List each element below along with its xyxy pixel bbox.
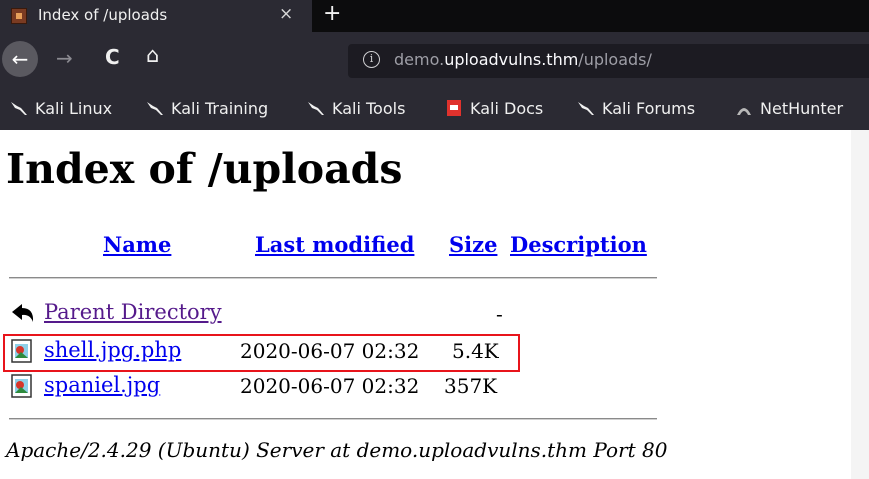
new-tab-button[interactable]: + <box>323 1 341 26</box>
bookmark-kali-linux[interactable]: Kali Linux <box>9 99 112 118</box>
kali-dragon-icon <box>578 102 594 115</box>
footer-divider <box>9 418 657 420</box>
page-edge <box>851 130 869 479</box>
kali-dragon-icon <box>147 102 163 115</box>
browser-tab[interactable]: Index of /uploads × <box>0 0 312 32</box>
file-modified-date: 2020-06-07 02:32 <box>240 374 420 398</box>
bookmarks-toolbar: Kali Linux Kali Training Kali Tools Kali… <box>0 90 869 130</box>
file-link-spaniel-jpg[interactable]: spaniel.jpg <box>44 373 160 397</box>
reload-icon[interactable]: C <box>105 45 120 69</box>
sort-by-name-link[interactable]: Name <box>103 232 171 257</box>
address-bar[interactable]: i demo.uploadvulns.thm/uploads/ <box>348 44 869 78</box>
sort-by-last-modified-link[interactable]: Last modified <box>255 232 414 257</box>
home-icon[interactable]: ⌂ <box>146 43 159 67</box>
bookmark-label: Kali Forums <box>602 99 696 118</box>
bookmark-kali-tools[interactable]: Kali Tools <box>306 99 405 118</box>
kali-dragon-icon <box>308 102 324 115</box>
header-divider <box>9 277 657 279</box>
kali-docs-icon <box>447 100 461 116</box>
parent-directory-link[interactable]: Parent Directory <box>44 300 222 324</box>
tab-close-icon[interactable]: × <box>279 4 293 24</box>
url-path: /uploads/ <box>578 50 652 69</box>
bookmark-kali-training[interactable]: Kali Training <box>145 99 268 118</box>
sort-by-description-link[interactable]: Description <box>510 232 647 257</box>
bookmark-label: Kali Linux <box>35 99 113 118</box>
highlight-box <box>3 334 520 372</box>
url-prefix: demo. <box>394 50 445 69</box>
site-info-icon[interactable]: i <box>363 51 380 68</box>
apache-favicon-icon <box>11 8 27 24</box>
nethunter-icon <box>737 108 751 115</box>
kali-dragon-icon <box>11 102 27 115</box>
tab-strip: Index of /uploads × + <box>0 0 869 32</box>
bookmark-label: Kali Docs <box>470 99 544 118</box>
bookmark-label: NetHunter <box>760 99 844 118</box>
navigation-toolbar: ← → C ⌂ i demo.uploadvulns.thm/uploads/ <box>0 32 869 90</box>
url-host: uploadvulns.thm <box>444 50 579 69</box>
tab-title: Index of /uploads <box>38 6 168 24</box>
url-text[interactable]: demo.uploadvulns.thm/uploads/ <box>394 50 652 69</box>
back-arrow-icon <box>12 304 34 322</box>
bookmark-nethunter[interactable]: NetHunter <box>734 99 843 118</box>
back-arrow-icon[interactable]: ← <box>2 41 38 77</box>
bookmark-label: Kali Tools <box>332 99 406 118</box>
bookmark-kali-forums[interactable]: Kali Forums <box>576 99 695 118</box>
sort-by-size-link[interactable]: Size <box>449 232 497 257</box>
image-file-icon <box>11 374 32 398</box>
forward-arrow-icon[interactable]: → <box>56 46 73 70</box>
server-signature: Apache/2.4.29 (Ubuntu) Server at demo.up… <box>6 438 668 462</box>
file-size: - <box>496 302 503 326</box>
file-size: 357K <box>444 374 498 398</box>
page-title: Index of /uploads <box>6 145 403 193</box>
bookmark-label: Kali Training <box>171 99 269 118</box>
bookmark-kali-docs[interactable]: Kali Docs <box>444 99 543 118</box>
